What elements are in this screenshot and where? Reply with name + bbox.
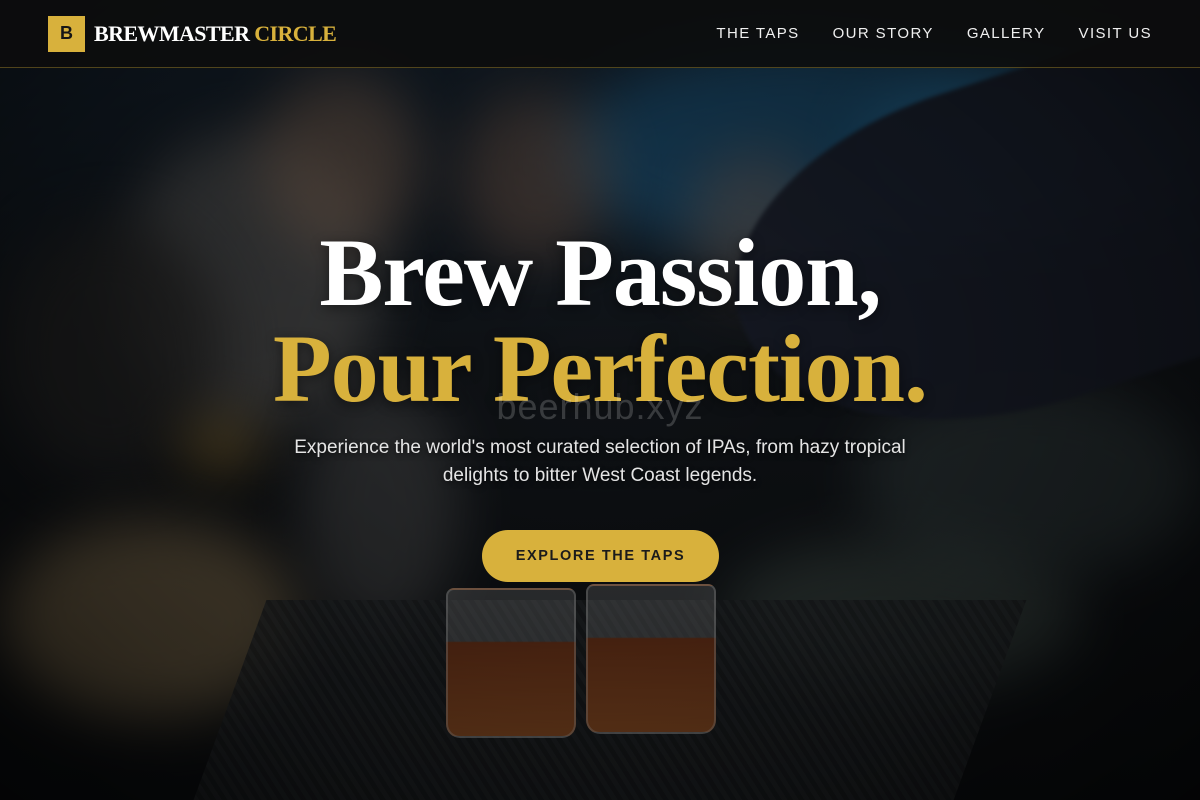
brand-name-primary: BREWMASTER: [94, 20, 250, 46]
explore-taps-button[interactable]: EXPLORE THE TAPS: [482, 530, 719, 582]
brand-mark-icon: B: [48, 15, 85, 52]
hero-section: Brew Passion, Pour Perfection. beerhub.x…: [0, 68, 1200, 800]
watermark: beerhub.xyz: [496, 386, 704, 427]
nav-item-the-taps[interactable]: THE TAPS: [716, 25, 799, 42]
site-header: B BREWMASTER CIRCLE THE TAPS OUR STORY G…: [0, 0, 1200, 68]
hero-subtitle: Experience the world's most curated sele…: [294, 437, 906, 486]
brand-name-accent: CIRCLE: [254, 20, 337, 46]
brand-name: BREWMASTER CIRCLE: [94, 20, 337, 47]
hero-headline-line1: Brew Passion,: [319, 219, 881, 326]
brand-logo[interactable]: B BREWMASTER CIRCLE: [48, 15, 337, 52]
main-nav: THE TAPS OUR STORY GALLERY VISIT US: [716, 25, 1152, 42]
nav-item-gallery[interactable]: GALLERY: [967, 25, 1046, 42]
nav-item-our-story[interactable]: OUR STORY: [833, 25, 934, 42]
nav-item-visit-us[interactable]: VISIT US: [1079, 25, 1152, 42]
